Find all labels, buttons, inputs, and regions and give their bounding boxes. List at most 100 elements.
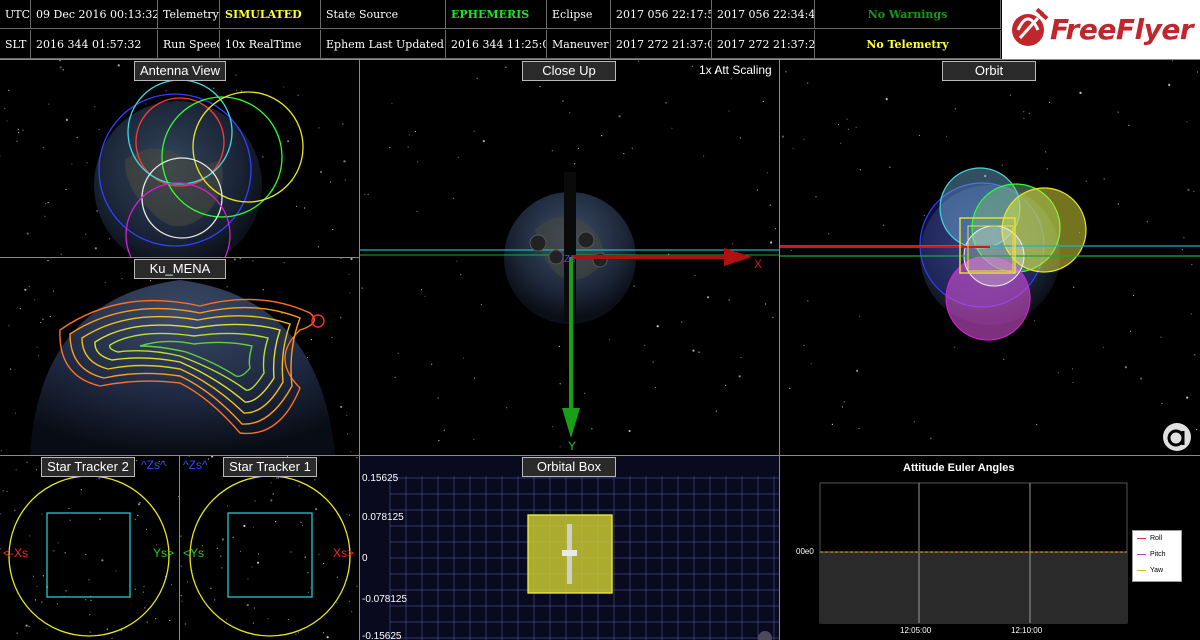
star xyxy=(88,579,90,581)
star xyxy=(111,637,113,639)
star xyxy=(47,202,49,204)
star xyxy=(506,407,508,409)
star xyxy=(1036,424,1038,426)
star xyxy=(342,123,344,125)
star xyxy=(287,618,289,621)
maneuver-label: Maneuver xyxy=(547,30,611,59)
star xyxy=(220,555,222,557)
star xyxy=(424,295,426,297)
star xyxy=(770,241,773,244)
star xyxy=(275,521,277,523)
star xyxy=(235,89,238,91)
star xyxy=(859,315,861,317)
star xyxy=(169,619,171,622)
star xyxy=(101,559,104,562)
star xyxy=(64,552,66,554)
star xyxy=(1186,396,1189,399)
star xyxy=(409,134,411,136)
orbit-panel[interactable]: Orbit xyxy=(780,60,1200,455)
x-axis-arrowhead xyxy=(724,248,752,266)
star xyxy=(946,135,948,137)
scroll-indicator[interactable] xyxy=(758,631,772,640)
star xyxy=(331,336,333,339)
close-up-panel[interactable]: Close Up 1x Att Scaling X Y Zs xyxy=(360,60,779,455)
slt-value: 2016 344 01:57:32 xyxy=(31,30,158,59)
orbital-box-panel[interactable]: Orbital Box 0.15625 0.078125 0 -0.078125… xyxy=(360,456,779,640)
star xyxy=(1103,178,1105,180)
star xyxy=(828,233,830,235)
ku-mena-panel[interactable]: Ku_MENA xyxy=(0,258,359,455)
star xyxy=(732,243,734,245)
star xyxy=(740,356,742,359)
star xyxy=(246,604,249,607)
star xyxy=(134,588,136,590)
star xyxy=(10,368,12,370)
star xyxy=(349,292,351,294)
star xyxy=(347,433,349,435)
star xyxy=(691,65,693,67)
star xyxy=(22,129,24,131)
star xyxy=(295,633,297,635)
star xyxy=(28,285,30,287)
star xyxy=(57,542,59,544)
star xyxy=(1117,111,1119,113)
star xyxy=(262,156,264,158)
star xyxy=(42,575,45,577)
star xyxy=(417,161,419,163)
star xyxy=(628,429,631,433)
star xyxy=(136,460,138,462)
star xyxy=(323,563,325,565)
star xyxy=(6,120,8,122)
star xyxy=(1160,336,1162,338)
star-tracker-1-panel[interactable]: Star Tracker 1 ^Zs^ <Ys Xs> xyxy=(180,456,359,640)
star xyxy=(19,308,21,310)
star xyxy=(144,103,146,105)
star xyxy=(117,64,120,67)
star xyxy=(840,142,842,144)
legend-yaw: Yaw xyxy=(1137,567,1163,574)
star xyxy=(315,508,318,511)
star xyxy=(146,528,148,530)
star xyxy=(211,456,214,458)
star xyxy=(462,357,465,359)
star xyxy=(317,246,319,248)
star xyxy=(322,632,325,634)
star-tracker-2-panel[interactable]: Star Tracker 2 ^Zs^ <-Xs Ys> xyxy=(0,456,179,640)
star xyxy=(26,232,29,235)
star xyxy=(85,599,87,601)
star xyxy=(300,521,302,523)
star xyxy=(1071,368,1074,370)
star xyxy=(1168,83,1171,86)
star xyxy=(356,457,358,459)
star xyxy=(344,179,346,181)
star xyxy=(39,322,42,324)
star xyxy=(180,595,182,597)
star xyxy=(1045,151,1047,153)
star xyxy=(251,566,253,568)
star xyxy=(452,197,455,199)
antenna-dish xyxy=(577,231,595,249)
star xyxy=(15,469,17,471)
star xyxy=(601,135,603,137)
star xyxy=(431,363,433,365)
antenna-view-panel[interactable]: Antenna View xyxy=(0,60,359,257)
star xyxy=(98,128,100,131)
panel-divider xyxy=(779,60,780,640)
star xyxy=(45,202,47,205)
y-tick-label: 0.15625 xyxy=(362,473,399,484)
star xyxy=(694,275,696,277)
legend-pitch: Pitch xyxy=(1137,551,1166,558)
star xyxy=(1140,377,1143,380)
star xyxy=(846,118,848,120)
star xyxy=(181,600,183,602)
star xyxy=(232,536,234,538)
star xyxy=(665,102,667,104)
logo-text: FreeFlyer xyxy=(1050,13,1194,46)
star xyxy=(551,150,553,152)
legend-roll: Roll xyxy=(1137,535,1162,542)
star xyxy=(340,317,342,319)
slt-label: SLT xyxy=(0,30,31,59)
star xyxy=(221,538,224,541)
star xyxy=(340,258,342,259)
star xyxy=(769,204,771,206)
